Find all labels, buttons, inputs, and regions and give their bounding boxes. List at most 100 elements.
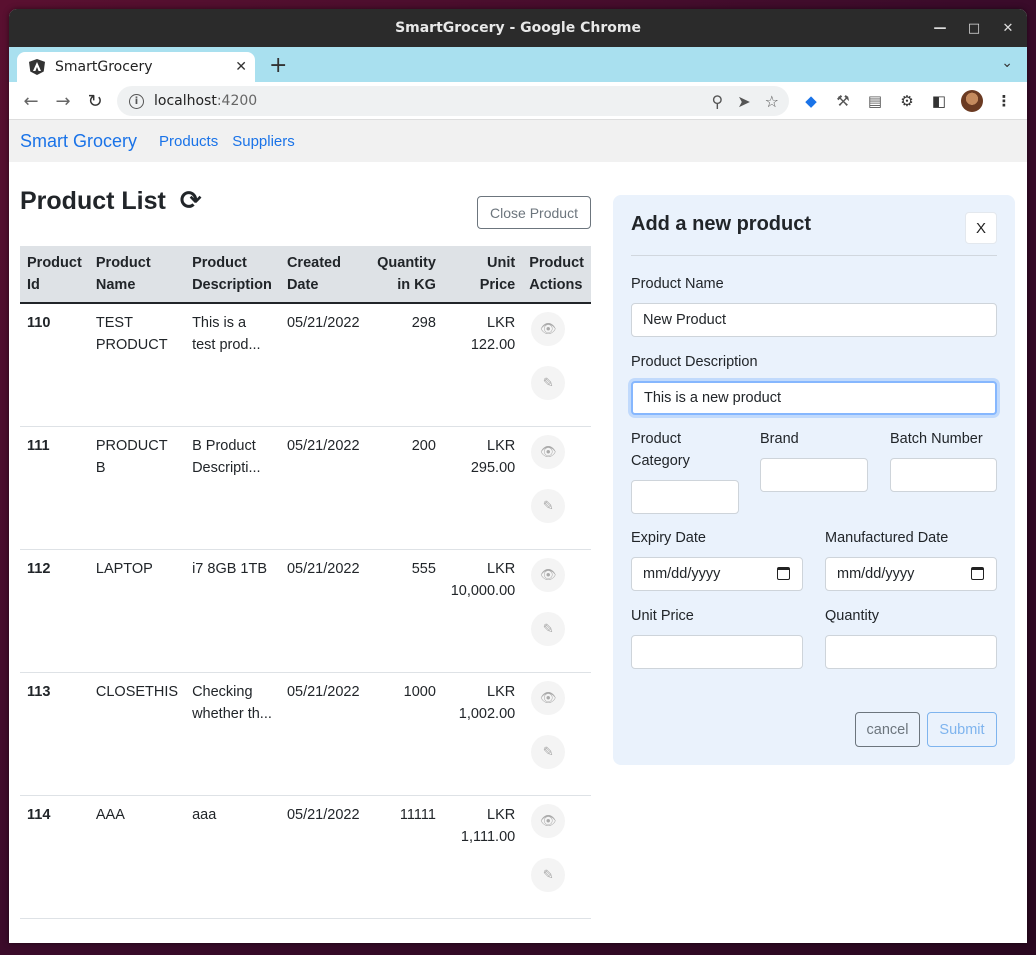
view-eye-icon[interactable]: 👁: [531, 434, 566, 469]
nav-products[interactable]: Products: [159, 133, 218, 150]
edit-icon[interactable]: ✎: [531, 366, 566, 400]
menu-kebab-icon[interactable]: ⋮: [994, 91, 1014, 111]
col-header-quantity: Quantity in KG: [366, 246, 443, 304]
cell-price: LKR 295.00: [442, 426, 523, 550]
close-product-button[interactable]: Close Product: [477, 196, 591, 229]
brand-input[interactable]: [760, 458, 868, 492]
tab-strip: SmartGrocery ✕ + ⌄: [9, 47, 1027, 82]
send-icon[interactable]: ➤: [737, 92, 750, 111]
quantity-input[interactable]: [825, 635, 997, 669]
nav-suppliers[interactable]: Suppliers: [232, 133, 295, 150]
browser-tab[interactable]: SmartGrocery ✕: [17, 52, 255, 82]
view-eye-icon[interactable]: 👁: [531, 557, 566, 592]
zoom-icon[interactable]: ⚲: [712, 92, 724, 111]
form-close-button[interactable]: X: [965, 212, 997, 244]
cell-actions: 👁 ✎: [522, 672, 591, 796]
manufactured-date-placeholder: mm/dd/yyyy: [837, 566, 915, 582]
cell-id: 110: [20, 303, 89, 427]
batch-number-input[interactable]: [890, 458, 997, 492]
add-product-form: Add a new product X Product Name New Pro…: [613, 195, 1015, 765]
col-header-description: Product Description: [185, 246, 280, 304]
profile-avatar[interactable]: [961, 90, 983, 112]
submit-button[interactable]: Submit: [927, 712, 997, 747]
address-bar[interactable]: i localhost:4200 ⚲ ➤ ☆: [117, 86, 789, 116]
tab-title: SmartGrocery: [55, 59, 153, 75]
product-name-label: Product Name: [631, 276, 724, 292]
table-header-row: Product Id Product Name Product Description…: [20, 246, 591, 304]
url-host: localhost: [154, 93, 217, 109]
cell-description: This is a test prod...: [185, 303, 280, 427]
col-header-actions: Product Actions: [522, 246, 591, 304]
unit-price-label: Unit Price: [631, 608, 694, 624]
view-eye-icon[interactable]: 👁: [531, 680, 566, 715]
cell-actions: 👁 ✎: [522, 426, 591, 550]
form-divider: [631, 255, 997, 256]
app-navbar: Smart Grocery Products Suppliers: [9, 120, 1027, 162]
cell-created: 05/21/2022: [279, 426, 367, 550]
col-header-created: Created Date: [279, 246, 367, 304]
table-row: 110 TEST PRODUCT This is a test prod... …: [20, 303, 591, 427]
site-info-icon[interactable]: i: [129, 93, 144, 109]
cell-quantity: 298: [366, 303, 443, 427]
side-panel-icon[interactable]: ◧: [929, 91, 949, 111]
refresh-icon[interactable]: ⟳: [180, 186, 202, 216]
brand-link[interactable]: Smart Grocery: [20, 131, 137, 152]
view-eye-icon[interactable]: 👁: [531, 803, 566, 838]
cell-quantity: 1000: [366, 672, 443, 796]
cell-actions: 👁 ✎: [522, 795, 591, 919]
close-window-icon[interactable]: ✕: [991, 9, 1025, 47]
product-name-input[interactable]: New Product: [631, 303, 997, 337]
table-row: 112 LAPTOP i7 8GB 1TB 05/21/2022 555 LKR…: [20, 549, 591, 673]
maximize-icon[interactable]: □: [957, 9, 991, 47]
cell-description: Checking whether th...: [185, 672, 280, 796]
extension-card-icon[interactable]: ▤: [865, 91, 885, 111]
product-category-input[interactable]: [631, 480, 739, 514]
view-eye-icon[interactable]: 👁: [531, 312, 566, 346]
tab-search-chevron-icon[interactable]: ⌄: [1001, 55, 1013, 71]
edit-icon[interactable]: ✎: [531, 734, 566, 769]
cell-created: 05/21/2022: [279, 549, 367, 673]
manufactured-date-label: Manufactured Date: [825, 530, 949, 546]
cell-id: 112: [20, 549, 89, 673]
product-description-input[interactable]: This is a new product: [631, 381, 997, 415]
table-row: 114 AAA aaa 05/21/2022 11111 LKR 1,111.00…: [20, 795, 591, 919]
bookmark-star-icon[interactable]: ☆: [765, 92, 779, 111]
cell-created: 05/21/2022: [279, 303, 367, 427]
calendar-icon[interactable]: [971, 567, 984, 580]
cell-id: 113: [20, 672, 89, 796]
extensions-puzzle-icon[interactable]: ⚙: [897, 91, 917, 111]
cell-description: aaa: [185, 795, 280, 919]
product-category-label: Product Category: [631, 431, 690, 469]
tab-close-icon[interactable]: ✕: [235, 59, 247, 75]
new-tab-icon[interactable]: +: [269, 52, 287, 80]
minimize-icon[interactable]: —: [923, 9, 957, 47]
edit-icon[interactable]: ✎: [531, 857, 566, 892]
unit-price-input[interactable]: [631, 635, 803, 669]
calendar-icon[interactable]: [777, 567, 790, 580]
extension-diamond-icon[interactable]: ◆: [801, 91, 821, 111]
extension-tool-icon[interactable]: ⚒: [833, 91, 853, 111]
forward-icon[interactable]: →: [51, 89, 75, 113]
angular-logo-icon: [29, 59, 45, 75]
cell-quantity: 555: [366, 549, 443, 673]
edit-icon[interactable]: ✎: [531, 611, 566, 646]
cell-name: TEST PRODUCT: [88, 303, 186, 427]
table-row: 111 PRODUCT B B Product Descripti... 05/…: [20, 426, 591, 550]
cell-name: LAPTOP: [88, 549, 186, 673]
table-row: 113 CLOSETHIS Checking whether th... 05/…: [20, 672, 591, 796]
url-port: :4200: [216, 93, 258, 109]
cell-price: LKR 1,111.00: [442, 795, 523, 919]
manufactured-date-input[interactable]: mm/dd/yyyy: [825, 557, 997, 591]
page-title: Product List: [20, 186, 166, 215]
expiry-date-input[interactable]: mm/dd/yyyy: [631, 557, 803, 591]
expiry-date-placeholder: mm/dd/yyyy: [643, 566, 721, 582]
back-icon[interactable]: ←: [19, 89, 43, 113]
cancel-button[interactable]: cancel: [855, 712, 920, 747]
brand-label: Brand: [760, 431, 799, 447]
cell-name: AAA: [88, 795, 186, 919]
expiry-date-label: Expiry Date: [631, 530, 706, 546]
cell-price: LKR 10,000.00: [442, 549, 523, 673]
edit-icon[interactable]: ✎: [531, 488, 566, 523]
reload-icon[interactable]: ↻: [83, 89, 107, 113]
cell-description: i7 8GB 1TB: [185, 549, 280, 673]
